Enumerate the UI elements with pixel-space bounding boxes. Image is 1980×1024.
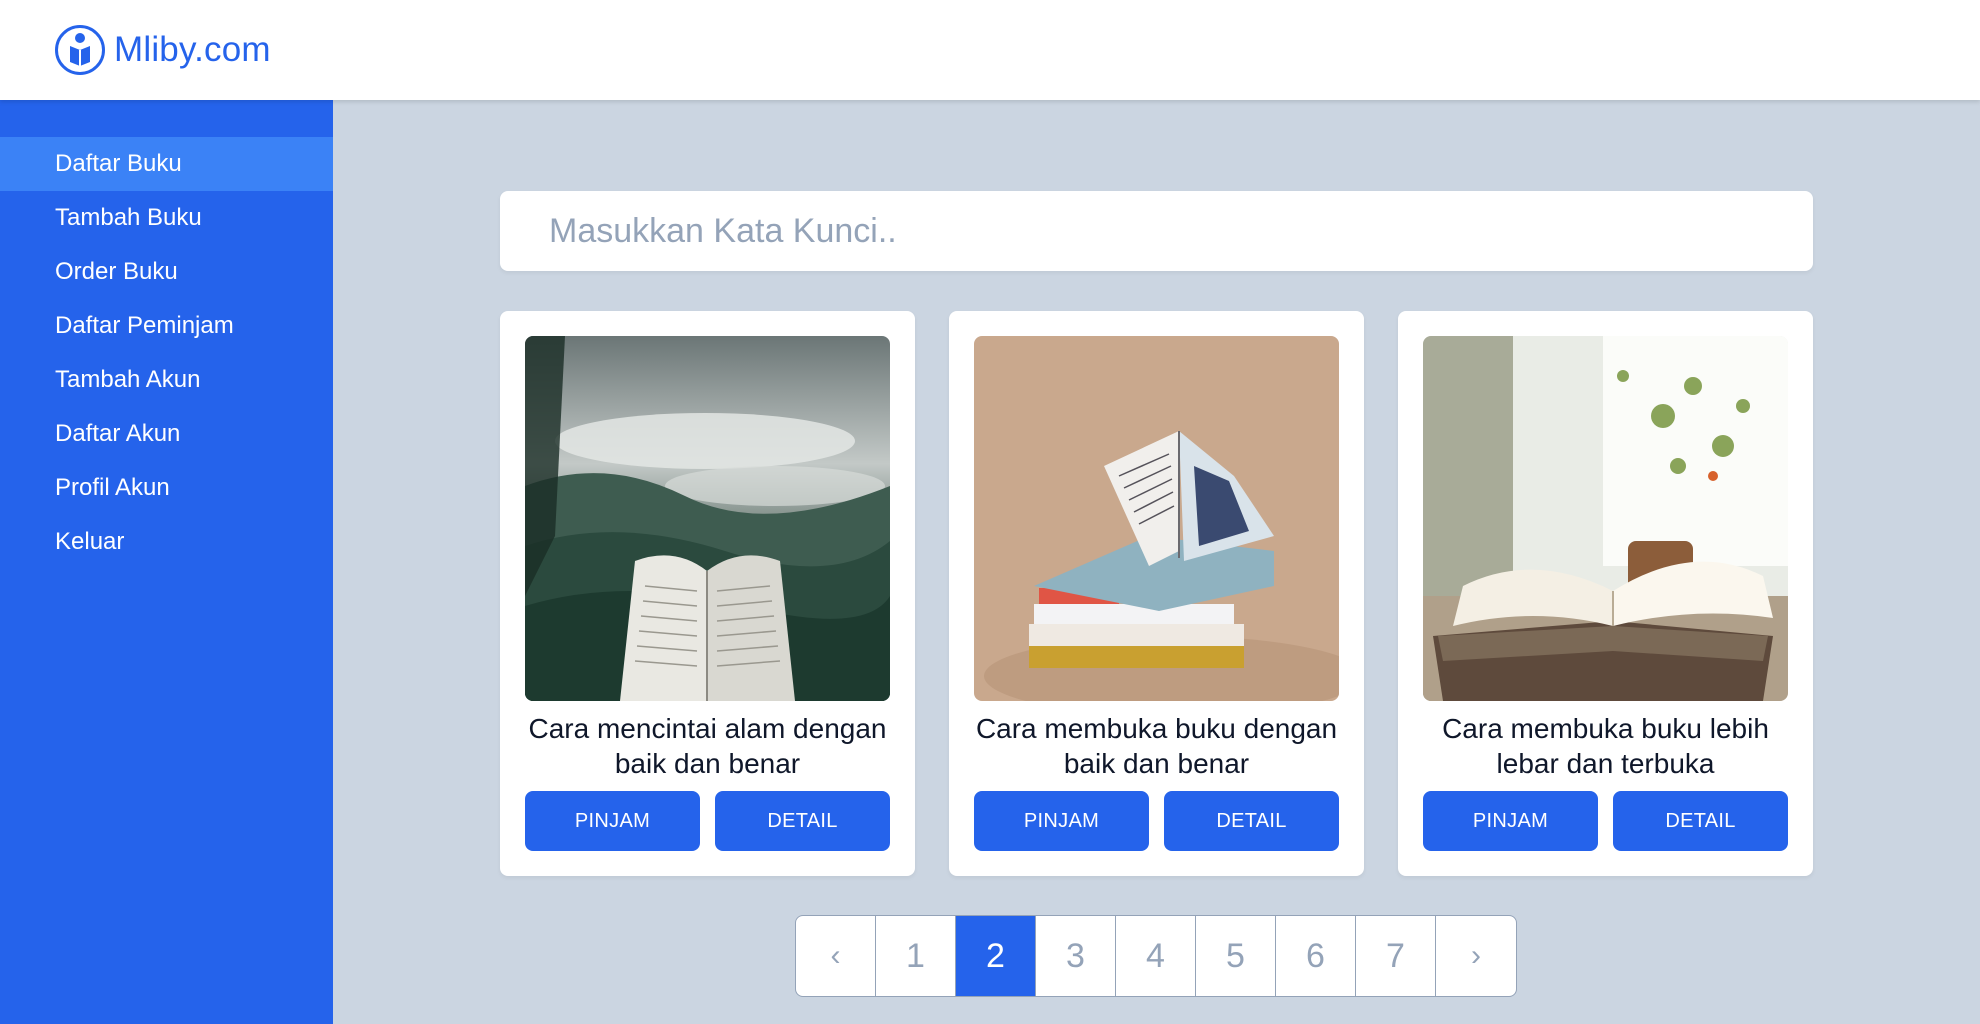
search-input[interactable] [500, 191, 1813, 271]
page-button-3[interactable]: 3 [1036, 916, 1116, 996]
book-card: Cara mencintai alam dengan baik dan bena… [500, 311, 915, 876]
logo-icon[interactable] [54, 24, 106, 76]
pagination: ‹ 1 2 3 4 5 6 7 › [795, 915, 1517, 997]
detail-button[interactable]: DETAIL [1613, 791, 1788, 851]
book-title: Cara membuka buku lebih lebar dan terbuk… [1442, 713, 1769, 779]
sidebar: Daftar Buku Tambah Buku Order Buku Dafta… [0, 100, 333, 1024]
book-cover-image [525, 336, 890, 701]
book-cover-image [1423, 336, 1788, 701]
book-card: Cara membuka buku lebih lebar dan terbuk… [1398, 311, 1813, 876]
page-button-6[interactable]: 6 [1276, 916, 1356, 996]
sidebar-item-keluar[interactable]: Keluar [0, 515, 333, 569]
sidebar-item-tambah-akun[interactable]: Tambah Akun [0, 353, 333, 407]
pinjam-button[interactable]: PINJAM [974, 791, 1149, 851]
next-page-button[interactable]: › [1436, 916, 1516, 996]
sidebar-item-daftar-buku[interactable]: Daftar Buku [0, 137, 333, 191]
detail-button[interactable]: DETAIL [715, 791, 890, 851]
book-cover-image [974, 336, 1339, 701]
page-button-4[interactable]: 4 [1116, 916, 1196, 996]
page-button-1[interactable]: 1 [876, 916, 956, 996]
book-title: Cara mencintai alam dengan baik dan bena… [528, 713, 887, 779]
sidebar-item-tambah-buku[interactable]: Tambah Buku [0, 191, 333, 245]
pinjam-button[interactable]: PINJAM [525, 791, 700, 851]
sidebar-item-daftar-peminjam[interactable]: Daftar Peminjam [0, 299, 333, 353]
sidebar-item-order-buku[interactable]: Order Buku [0, 245, 333, 299]
top-bar: Mliby.com [0, 0, 1980, 100]
sidebar-item-daftar-akun[interactable]: Daftar Akun [0, 407, 333, 461]
sidebar-item-profil-akun[interactable]: Profil Akun [0, 461, 333, 515]
page-button-5[interactable]: 5 [1196, 916, 1276, 996]
detail-button[interactable]: DETAIL [1164, 791, 1339, 851]
book-card: Cara membuka buku dengan baik dan benar … [949, 311, 1364, 876]
prev-page-button[interactable]: ‹ [796, 916, 876, 996]
page-button-2[interactable]: 2 [956, 916, 1036, 996]
page-button-7[interactable]: 7 [1356, 916, 1436, 996]
book-title: Cara membuka buku dengan baik dan benar [975, 713, 1338, 779]
brand-name[interactable]: Mliby.com [114, 30, 271, 70]
pinjam-button[interactable]: PINJAM [1423, 791, 1598, 851]
